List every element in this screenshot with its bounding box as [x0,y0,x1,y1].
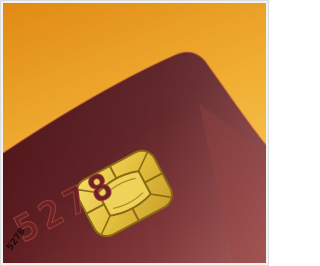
image-frame: 5278 5278 [0,0,269,266]
credit-card-photo: 5278 5278 [3,3,266,263]
